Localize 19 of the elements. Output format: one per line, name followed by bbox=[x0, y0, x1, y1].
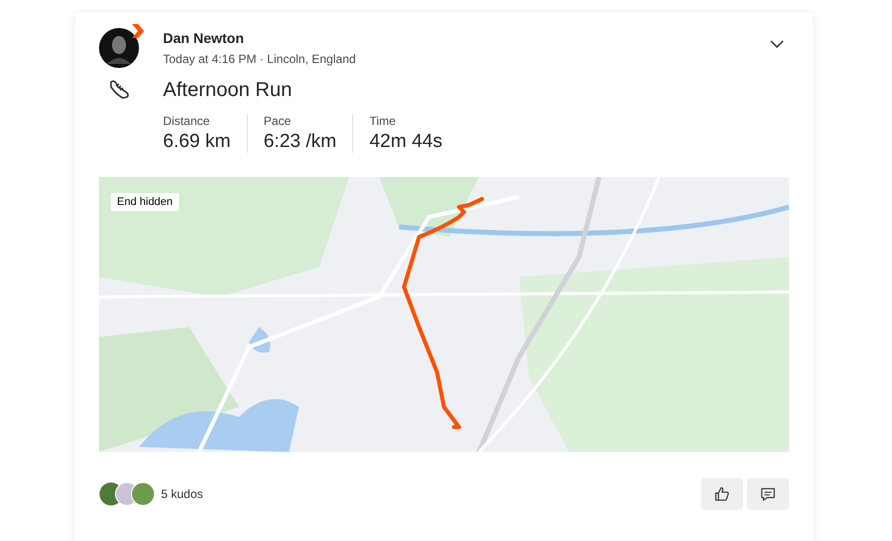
stat-label: Distance bbox=[163, 114, 211, 128]
stat-value: 42m 44s bbox=[369, 131, 442, 153]
kudos-count[interactable]: 5 kudos bbox=[161, 487, 204, 501]
avatar[interactable] bbox=[99, 28, 139, 68]
chevron-badge-icon bbox=[132, 24, 144, 38]
end-hidden-label: End hidden bbox=[111, 193, 179, 211]
activity-meta: Today at 4:16 PM · Lincoln, England bbox=[163, 52, 356, 66]
stat-value: 6:23 /km bbox=[264, 131, 336, 153]
comment-icon bbox=[760, 486, 776, 502]
chevron-down-icon[interactable] bbox=[770, 40, 784, 48]
activity-title[interactable]: Afternoon Run bbox=[163, 78, 292, 102]
comment-button[interactable] bbox=[747, 478, 789, 510]
stat-label: Time bbox=[369, 114, 397, 128]
kudos-avatars-drawing[interactable] bbox=[99, 482, 155, 506]
kudos-button[interactable] bbox=[701, 478, 743, 510]
athlete-name[interactable]: Dan Newton bbox=[163, 30, 356, 46]
thumbs-up-icon bbox=[714, 486, 730, 502]
stat-value: 6.69 km bbox=[163, 131, 231, 153]
stat-label: Pace bbox=[264, 114, 292, 128]
